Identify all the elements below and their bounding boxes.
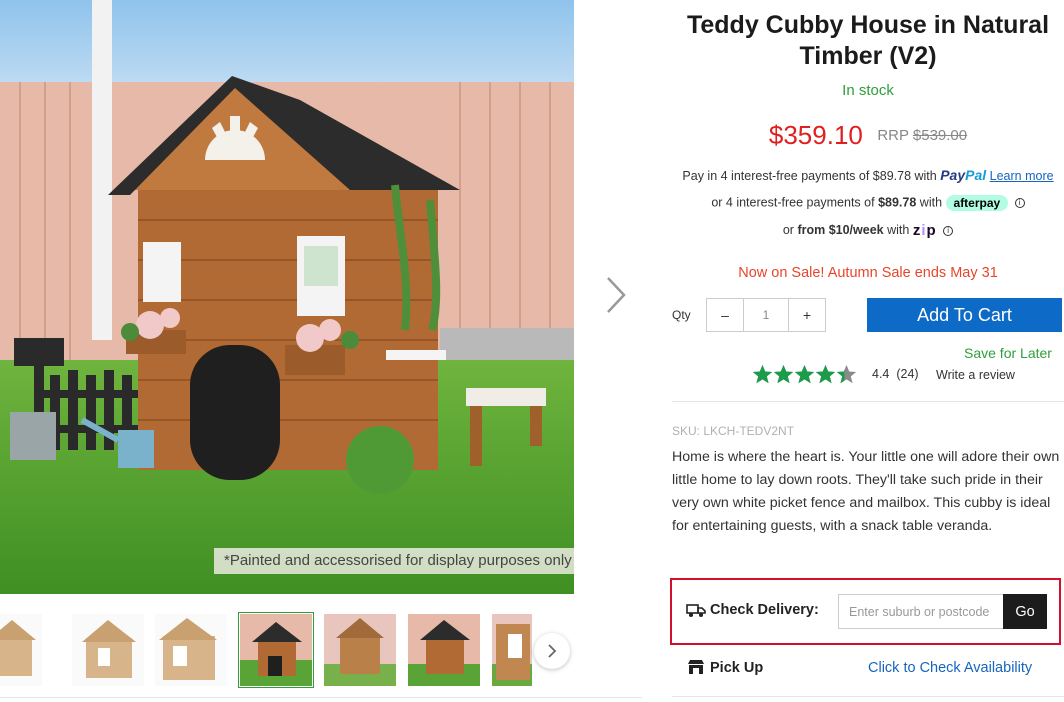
zip-with: with [887, 222, 910, 237]
product-title: Teddy Cubby House in Natural Timber (V2) [686, 11, 1050, 70]
thumbnail-item[interactable] [0, 614, 42, 686]
sale-price: $359.10 [768, 120, 863, 150]
image-disclaimer: *Painted and accessorised for display pu… [214, 548, 574, 574]
qty-input[interactable]: 1 [743, 299, 789, 331]
zip-info-icon[interactable]: i [943, 225, 954, 236]
postcode-input[interactable] [838, 594, 1004, 629]
product-main-image[interactable]: *Painted and accessorised for display pu… [0, 0, 574, 594]
qty-increase-button[interactable]: + [789, 299, 825, 331]
zip-line: or from $10/week with zip i [672, 222, 1064, 239]
product-description: Home is where the heart is. Your little … [672, 449, 1060, 534]
thumbnail-item[interactable] [155, 614, 227, 686]
rating-stars[interactable] [752, 364, 857, 386]
thumbnail-item-selected[interactable] [238, 612, 314, 688]
paypal-learn-more-link[interactable]: Learn more [990, 169, 1054, 183]
paypal-text: Pay in 4 interest-free payments of $89.7… [682, 169, 937, 183]
afterpay-line: or 4 interest-free payments of $89.78 wi… [672, 195, 1064, 211]
divider [672, 401, 1064, 402]
star-icon [773, 365, 794, 384]
afterpay-with: with [919, 195, 943, 210]
afterpay-prefix: or 4 interest-free payments of [711, 195, 875, 210]
divider [672, 696, 1064, 697]
sku: SKU: LKCH-TEDV2NT [672, 424, 795, 438]
sale-banner: Now on Sale! Autumn Sale ends May 31 [738, 265, 998, 281]
paypal-logo: PayPal [940, 167, 986, 183]
divider [0, 697, 642, 698]
qty-decrease-button[interactable]: – [707, 299, 743, 331]
zip-logo-c: p [926, 222, 937, 239]
rating-summary[interactable]: 4.4 (24) [872, 367, 919, 381]
rrp: RRP $539.00 [877, 127, 967, 144]
afterpay-info-icon[interactable]: i [1014, 198, 1025, 208]
qty-label: Qty [672, 308, 691, 322]
price-row: $359.10 RRP $539.00 [672, 120, 1064, 151]
rating-score: 4.4 [872, 367, 890, 381]
cubby-house-photo [0, 0, 574, 594]
add-to-cart-button[interactable]: Add To Cart [867, 298, 1062, 332]
paypal-logo-a: Pay [940, 167, 966, 183]
paypal-logo-b: Pal [965, 167, 987, 183]
zip-amount: from $10/week [797, 222, 884, 237]
truck-icon [686, 604, 706, 617]
afterpay-logo: afterpay [945, 195, 1009, 211]
thumbnail-item[interactable] [408, 614, 480, 686]
write-review-link[interactable]: Write a review [936, 368, 1015, 382]
rating-count: (24) [896, 367, 919, 381]
rrp-value: $539.00 [912, 127, 968, 144]
store-icon [688, 660, 704, 674]
rrp-label: RRP [877, 127, 909, 144]
paypal-line: Pay in 4 interest-free payments of $89.7… [672, 167, 1064, 183]
image-next-chevron-icon[interactable] [598, 270, 634, 320]
save-for-later-link[interactable]: Save for Later [964, 345, 1052, 361]
afterpay-amount: $89.78 [878, 195, 917, 210]
star-icon [794, 365, 815, 384]
go-button[interactable]: Go [1003, 594, 1047, 629]
thumbnail-item[interactable] [492, 614, 532, 686]
thumbnail-next-button[interactable] [534, 633, 570, 669]
stock-status: In stock [842, 82, 894, 99]
star-icon [836, 365, 857, 384]
zip-logo: zip [913, 222, 937, 239]
star-icon [752, 365, 773, 384]
thumbnail-strip [0, 606, 574, 694]
chevron-right-icon [548, 644, 557, 658]
check-delivery-label: Check Delivery: [710, 602, 819, 618]
zip-prefix: or [782, 222, 794, 237]
quantity-stepper: – 1 + [706, 298, 826, 332]
pick-up-label: Pick Up [710, 660, 764, 676]
thumbnail-item[interactable] [324, 614, 396, 686]
thumbnail-item[interactable] [72, 614, 144, 686]
check-availability-link[interactable]: Click to Check Availability [868, 660, 1032, 676]
star-icon [815, 365, 836, 384]
